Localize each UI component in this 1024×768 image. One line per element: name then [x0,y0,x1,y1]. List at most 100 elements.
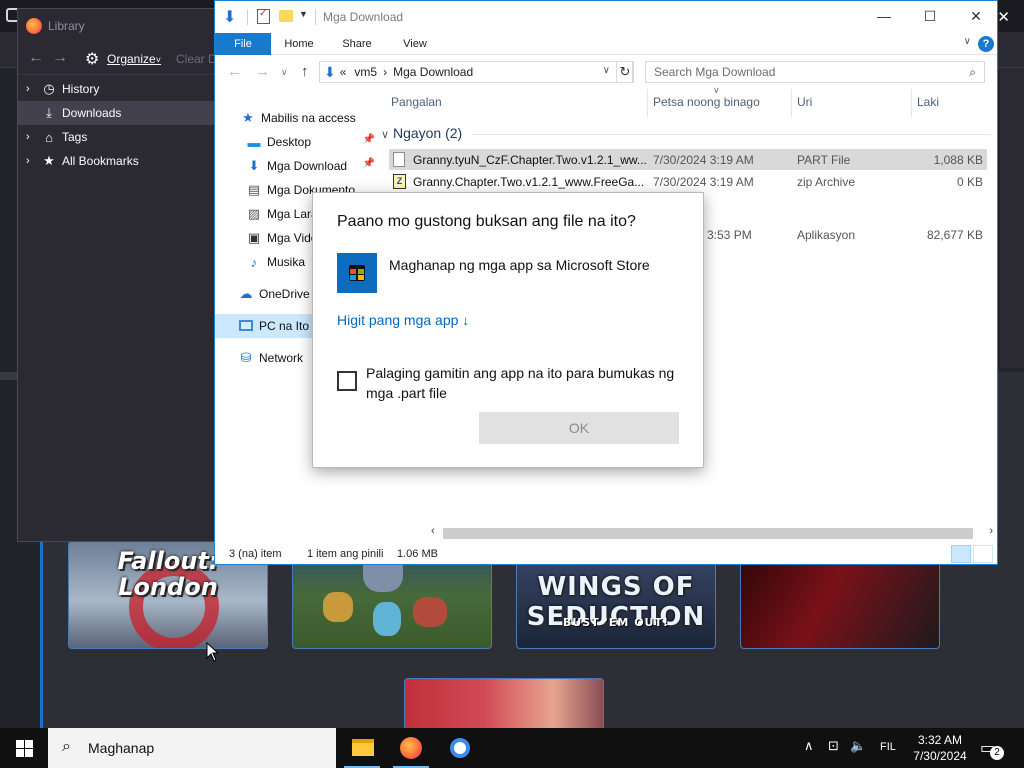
details-view-icon[interactable] [951,545,971,563]
column-header-type[interactable]: Uri [797,95,812,109]
back-arrow-icon[interactable]: ← [28,49,44,67]
file-name: Granny.Chapter.Two.v1.2.1_www.FreeGa... [413,175,645,189]
tab-home[interactable]: Home [277,33,321,55]
table-row[interactable]: Granny.tyuN_CzF.Chapter.Two.v1.2.1_ww...… [389,149,987,170]
document-icon: ▤ [247,182,261,197]
organize-button[interactable]: Organize˅ [107,52,161,66]
always-use-checkbox[interactable]: Palaging gamitin ang app na ito para bum… [337,363,697,403]
search-icon[interactable]: ⌕ [969,62,976,82]
star-icon: ★ [43,153,55,168]
quick-access-dropdown-icon[interactable]: ▼ [299,9,308,19]
taskbar-file-explorer[interactable] [338,728,386,768]
address-bar[interactable]: ⬇ « vm5 › Mga Download ∨ [319,61,633,83]
divider [911,89,912,117]
new-folder-icon[interactable] [279,10,293,22]
status-size: 1.06 MB [397,548,438,560]
firefox-logo-icon [26,18,42,34]
close-icon[interactable]: ✕ [997,8,1010,26]
divider [315,9,316,25]
network-icon: ⛁ [240,350,252,365]
explorer-titlebar: ⬇ ▼ Mga Download — ☐ ✕ [215,1,997,33]
properties-icon[interactable] [257,8,270,24]
address-dropdown-icon[interactable]: ∨ [603,65,610,76]
tab-file[interactable]: File [215,33,271,55]
desktop-icon: ▬ [247,134,261,150]
tile-art [323,592,353,622]
horizontal-scrollbar[interactable]: ‹ › [429,525,997,542]
chevron-right-icon[interactable]: › [26,131,38,143]
game-tile-character[interactable] [404,678,604,734]
video-icon: ▣ [247,230,261,245]
column-header-date[interactable]: Petsa noong binago [653,95,760,109]
group-header-today[interactable]: ∨ Ngayon (2) [381,125,462,141]
forward-arrow-icon[interactable]: → [255,63,270,80]
back-arrow-icon[interactable]: ← [227,63,242,80]
refresh-icon[interactable]: ↻ [616,61,634,83]
library-item-history[interactable]: › ◷ History [18,77,216,101]
more-apps-link[interactable]: Higit pang mga app ↓ [337,312,469,328]
divider [247,9,248,25]
taskbar-clock[interactable]: 3:32 AM 7/30/2024 [908,732,972,764]
microsoft-store-option[interactable]: Maghanap ng mga app sa Microsoft Store [337,253,687,297]
breadcrumb-separator[interactable]: › [383,65,387,79]
scroll-right-icon[interactable]: › [989,525,993,537]
chevron-down-icon: ˅ [155,55,161,65]
notification-center-button[interactable]: ▭ 2 [980,738,1004,760]
nav-item-quick-access[interactable]: ★ Mabilis na access [215,106,381,130]
breadcrumb-segment[interactable]: vm5 [354,65,377,79]
input-language[interactable]: FIL [880,741,896,753]
library-item-all-bookmarks[interactable]: › ★ All Bookmarks [18,149,216,173]
file-type: Aplikasyon [797,228,856,242]
clear-downloads-button[interactable]: Clear D [176,52,217,66]
tab-view[interactable]: View [393,33,437,55]
status-bar: 3 (na) item 1 item ang pinili 1.06 MB [215,543,997,565]
status-selected: 1 item ang pinili [307,548,384,560]
gear-icon[interactable]: ⚙ [85,49,99,69]
help-icon[interactable]: ? [978,36,994,52]
pin-icon[interactable]: 📌 [363,134,375,145]
library-item-tags[interactable]: › ⌂ Tags [18,125,216,149]
chevron-right-icon[interactable]: › [26,155,38,167]
recent-locations-icon[interactable]: ∨ [281,67,288,78]
library-item-downloads[interactable]: ⤓ Downloads [18,101,216,125]
expand-ribbon-icon[interactable]: ∨ [964,36,971,47]
volume-muted-icon[interactable]: 🔈 [850,738,866,754]
computer-icon [237,319,255,334]
clock-time: 3:32 AM [917,733,963,747]
dialog-title: Paano mo gustong buksan ang file na ito? [337,213,636,230]
chevron-right-icon[interactable]: › [26,83,38,95]
start-button[interactable] [0,728,48,768]
group-label: Ngayon (2) [392,125,463,141]
taskbar-firefox[interactable] [387,728,435,768]
scrollbar-thumb[interactable] [443,528,973,539]
search-placeholder: Search Mga Download [654,65,776,79]
network-icon[interactable]: ⊡ [828,738,839,754]
maximize-icon[interactable]: ☐ [907,1,953,31]
pin-icon[interactable]: 📌 [363,158,375,169]
library-title: Library [48,19,85,33]
forward-arrow-icon[interactable]: → [52,49,68,67]
column-header-name[interactable]: Pangalan [391,95,442,109]
address-prefix[interactable]: « [340,65,347,79]
large-icons-view-icon[interactable] [973,545,993,563]
tile-art [413,597,447,627]
chevron-up-icon[interactable]: ∧ [804,738,814,754]
column-header-size[interactable]: Laki [917,95,939,109]
microsoft-store-icon [337,253,377,293]
library-item-label: Tags [62,130,88,144]
up-arrow-icon[interactable]: ↑ [301,63,309,80]
checkbox-box[interactable] [337,371,357,391]
table-row[interactable]: Z Granny.Chapter.Two.v1.2.1_www.FreeGa..… [389,171,987,192]
taskbar-chrome[interactable] [436,728,484,768]
taskbar-search-box[interactable]: ⌕ Maghanap [48,728,336,768]
close-icon[interactable]: ✕ [953,1,999,31]
nav-item-desktop[interactable]: ▬ Desktop 📌 [215,130,381,154]
search-input[interactable]: Search Mga Download ⌕ [645,61,985,83]
ok-button[interactable]: OK [479,412,679,444]
scroll-left-icon[interactable]: ‹ [431,525,435,537]
minimize-icon[interactable]: — [861,1,907,31]
chevron-down-icon[interactable]: ∨ [381,129,389,141]
nav-item-downloads[interactable]: ⬇ Mga Download 📌 [215,154,381,178]
breadcrumb-segment[interactable]: Mga Download [393,65,473,79]
tab-share[interactable]: Share [335,33,379,55]
